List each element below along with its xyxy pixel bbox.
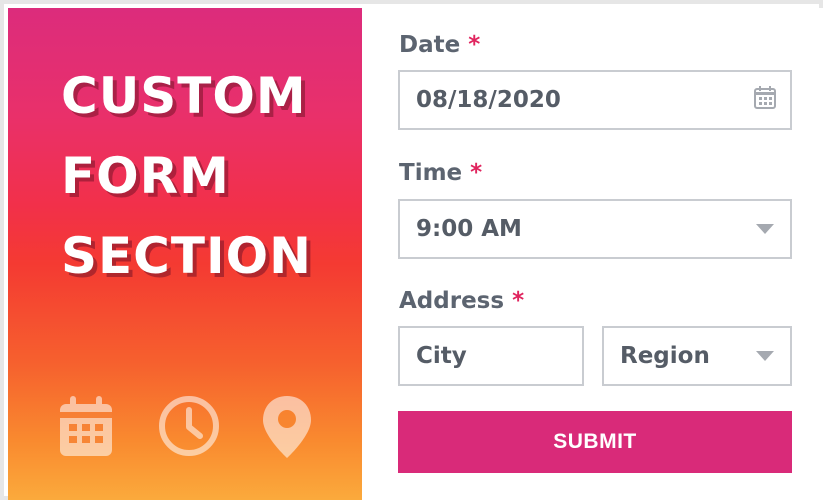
city-input-placeholder: City [416, 343, 467, 369]
time-select-value: 9:00 AM [416, 216, 522, 242]
time-label: Time * [399, 160, 482, 186]
date-label-text: Date [399, 32, 461, 58]
date-input[interactable]: 08/18/2020 [398, 70, 792, 130]
time-select[interactable]: 9:00 AM [398, 199, 792, 259]
required-marker: * [512, 288, 525, 314]
chevron-down-icon[interactable] [756, 224, 774, 234]
hero-panel: CUSTOM FORM SECTION [8, 8, 362, 500]
required-marker: * [470, 160, 483, 186]
time-label-text: Time [399, 160, 463, 186]
form-card: CUSTOM FORM SECTION Date * 08/18/2020 Ti… [0, 0, 823, 500]
clock-icon [157, 394, 221, 462]
hero-title-line-2: FORM [61, 147, 230, 205]
address-label-text: Address [399, 288, 505, 314]
region-select[interactable]: Region [602, 326, 792, 386]
required-marker: * [468, 32, 481, 58]
hero-title-line-1: CUSTOM [61, 67, 307, 125]
hero-title-line-3: SECTION [61, 227, 312, 285]
region-select-value: Region [620, 343, 710, 369]
calendar-icon[interactable] [754, 85, 776, 115]
date-input-value: 08/18/2020 [416, 87, 561, 113]
chevron-down-icon[interactable] [756, 351, 774, 361]
calendar-icon [58, 394, 114, 464]
hero-title: CUSTOM FORM SECTION [61, 56, 312, 296]
location-pin-icon [259, 394, 315, 464]
city-input[interactable]: City [398, 326, 584, 386]
address-label: Address * [399, 288, 524, 314]
date-label: Date * [399, 32, 480, 58]
event-form: Date * 08/18/2020 Time * 9:00 AM Address… [362, 8, 823, 500]
submit-button[interactable]: SUBMIT [398, 411, 792, 473]
